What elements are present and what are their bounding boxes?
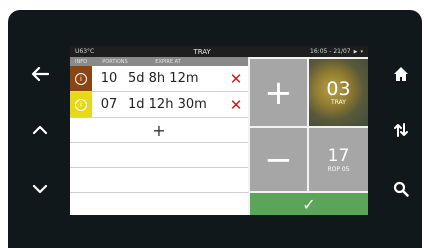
tray-label: TRAY [331, 99, 346, 106]
home-icon[interactable] [388, 61, 414, 87]
datetime-readout: 16:05 - 21/07 [310, 48, 351, 55]
screen-title: TRAY [193, 47, 211, 56]
increment-button[interactable]: + [250, 59, 307, 126]
search-icon[interactable] [388, 176, 414, 202]
decrement-button[interactable]: − [250, 128, 307, 191]
info-badge[interactable]: i [70, 92, 92, 117]
chevron-up-icon[interactable] [27, 117, 53, 143]
temperature-readout: U63°C [75, 48, 95, 55]
add-row-button[interactable]: + [70, 118, 248, 143]
info-icon: i [75, 98, 87, 111]
col-portions: PORTIONS [102, 58, 128, 65]
portions-value: 10 [100, 71, 118, 86]
rop-number: 17 [327, 146, 350, 166]
expire-value: 1d 12h 30m [128, 97, 207, 112]
info-badge[interactable]: i [70, 66, 92, 91]
expire-value: 5d 8h 12m [128, 71, 199, 86]
wifi-icon: ▾ [360, 48, 363, 55]
display-screen: U63°C TRAY 16:05 - 21/07 ▶ ▾ INFO PORTIO… [70, 46, 368, 215]
table-row[interactable]: i 10 5d 8h 12m ✕ [70, 66, 248, 92]
portions-value: 07 [100, 97, 118, 112]
delete-icon[interactable]: ✕ [228, 70, 244, 88]
back-arrow-icon[interactable] [27, 61, 53, 87]
empty-row [70, 168, 248, 193]
play-icon: ▶ [353, 48, 358, 55]
tray-number: 03 [326, 78, 351, 100]
swap-arrows-icon[interactable] [388, 117, 414, 143]
rop-tile[interactable]: 17 ROP 05 [309, 128, 368, 191]
column-header: INFO PORTIONS EXPIRE AT [70, 57, 248, 66]
empty-row [70, 193, 248, 215]
status-bar: U63°C TRAY 16:05 - 21/07 ▶ ▾ [70, 46, 368, 57]
info-icon: i [75, 72, 87, 85]
col-expire: EXPIRE AT [155, 58, 181, 65]
table-row[interactable]: i 07 1d 12h 30m ✕ [70, 92, 248, 118]
col-info: INFO [74, 58, 88, 65]
rop-label: ROP 05 [327, 166, 350, 173]
delete-icon[interactable]: ✕ [228, 96, 244, 114]
empty-row [70, 143, 248, 168]
chevron-down-icon[interactable] [27, 176, 53, 202]
tray-tile[interactable]: 03 TRAY [309, 59, 368, 126]
confirm-button[interactable]: ✓ [250, 193, 368, 215]
